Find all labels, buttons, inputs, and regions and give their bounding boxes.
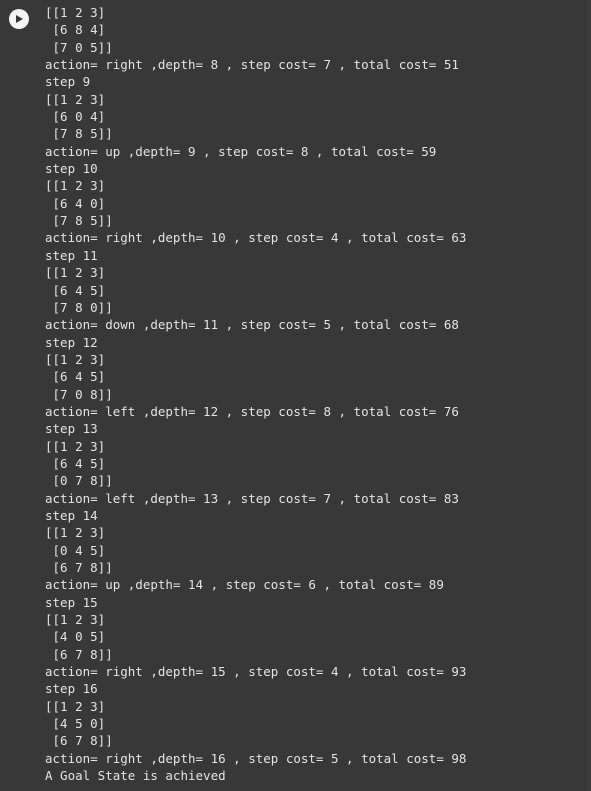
output-cell: [[1 2 3] [6 8 4] [7 0 5]] action= right ,… <box>0 0 591 791</box>
output-line: [[1 2 3] <box>45 525 106 541</box>
output-line: action= right ,depth= 16 , step cost= 5 … <box>45 750 467 766</box>
output-line: action= left ,depth= 13 , step cost= 7 ,… <box>45 490 459 506</box>
output-line: [6 7 8]] <box>45 560 113 575</box>
output-line: [0 4 5] <box>45 542 106 558</box>
output-line: step 14 <box>45 507 98 523</box>
output-line: [[1 2 3] <box>45 698 106 714</box>
output-line: [7 8 5]] <box>45 213 113 229</box>
output-line: [[1 2 3] <box>45 91 106 107</box>
output-line: action= right ,depth= 8 , step cost= 7 ,… <box>45 57 459 73</box>
output-line: [6 4 5] <box>45 455 106 471</box>
output-line: [4 0 5] <box>45 629 106 645</box>
cell-output: [[1 2 3] [6 8 4] [7 0 5]] action= right ,… <box>45 4 591 784</box>
output-line: [[1 2 3] <box>45 265 106 281</box>
output-line: step 16 <box>45 681 98 697</box>
output-line: action= up ,depth= 14 , step cost= 6 , t… <box>45 577 444 593</box>
output-line: [6 7 8]] <box>45 733 113 749</box>
output-line: A Goal State is achieved <box>45 768 226 784</box>
output-line: action= right ,depth= 10 , step cost= 4 … <box>45 230 467 246</box>
output-line: action= right ,depth= 15 , step cost= 4 … <box>45 664 467 680</box>
output-line: step 9 <box>45 74 91 90</box>
output-line: [[1 2 3] <box>45 351 106 367</box>
output-line: [[1 2 3] <box>45 178 106 194</box>
output-line: step 13 <box>45 421 98 437</box>
output-line: [6 8 4] <box>45 22 106 38</box>
output-line: step 15 <box>45 594 98 610</box>
output-line: [[1 2 3] <box>45 612 106 628</box>
output-line: step 11 <box>45 247 98 263</box>
scrollbar[interactable] <box>587 0 591 791</box>
output-line: [7 0 8]] <box>45 386 113 402</box>
output-line: step 10 <box>45 161 98 177</box>
output-line: action= up ,depth= 9 , step cost= 8 , to… <box>45 143 437 159</box>
output-line: action= left ,depth= 12 , step cost= 8 ,… <box>45 403 459 419</box>
output-line: [0 7 8]] <box>45 473 113 489</box>
output-line: action= down ,depth= 11 , step cost= 5 ,… <box>45 317 459 333</box>
output-line: step 12 <box>45 334 98 350</box>
output-line: [7 0 5]] <box>45 39 113 55</box>
output-line: [7 8 0]] <box>45 299 113 315</box>
run-cell-button[interactable] <box>9 9 29 29</box>
output-line: [6 4 5] <box>45 369 106 385</box>
output-line: [[1 2 3] <box>45 5 106 20</box>
output-line: [7 8 5]] <box>45 126 113 142</box>
output-line: [6 4 5] <box>45 282 106 298</box>
output-line: [6 4 0] <box>45 195 106 211</box>
output-line: [4 5 0] <box>45 716 106 732</box>
output-line: [[1 2 3] <box>45 438 106 454</box>
play-icon <box>16 15 23 23</box>
output-line: [6 0 4] <box>45 109 106 125</box>
output-line: [6 7 8]] <box>45 646 113 662</box>
